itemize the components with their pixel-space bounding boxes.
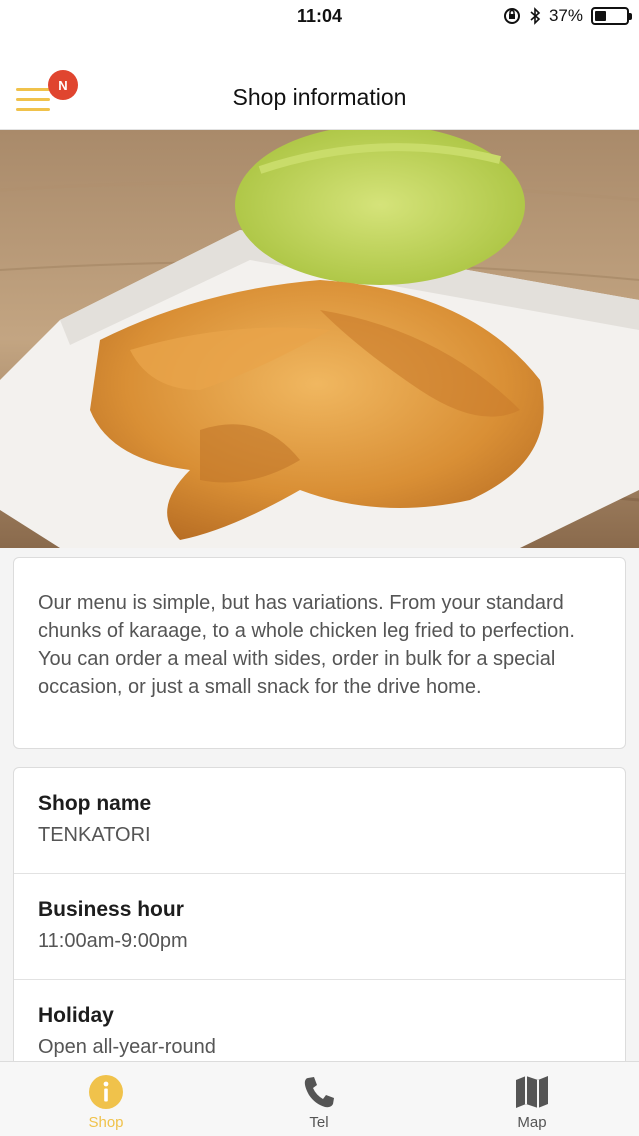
tab-tel[interactable]: Tel <box>259 1062 379 1136</box>
info-label: Business hour <box>38 898 184 921</box>
info-row-business-hour: Business hour 11:00am-9:00pm <box>14 874 625 980</box>
info-icon <box>89 1075 123 1109</box>
shop-hero-image <box>0 130 639 548</box>
info-value: Open all-year-round <box>38 1036 216 1058</box>
orientation-lock-icon <box>503 8 520 24</box>
navigation-bar: N Shop information <box>0 34 639 130</box>
tab-label: Tel <box>309 1114 329 1131</box>
phone-icon <box>304 1077 334 1108</box>
info-value: 11:00am-9:00pm <box>38 930 188 952</box>
tab-label: Map <box>517 1114 547 1131</box>
tab-bar: Shop Tel Map <box>0 1061 639 1136</box>
tab-shop[interactable]: Shop <box>46 1062 166 1136</box>
description-card: Our menu is simple, but has variations. … <box>13 557 626 749</box>
status-indicators: 37% <box>503 5 632 27</box>
status-bar: 11:04 37% <box>0 0 639 34</box>
info-label: Holiday <box>38 1004 114 1027</box>
info-row-shop-name: Shop name TENKATORI <box>14 768 625 874</box>
page-title: Shop information <box>232 84 407 110</box>
shop-description: Our menu is simple, but has variations. … <box>38 592 575 698</box>
info-label: Shop name <box>38 792 152 815</box>
bluetooth-icon <box>530 7 541 25</box>
map-icon <box>516 1076 548 1108</box>
battery-percent: 37% <box>548 6 583 25</box>
battery-icon <box>591 7 632 25</box>
fried-chicken-photo <box>0 130 639 548</box>
info-value: TENKATORI <box>38 824 151 846</box>
shop-info-card: Shop name TENKATORI Business hour 11:00a… <box>13 767 626 1067</box>
tab-label: Shop <box>88 1114 124 1131</box>
info-row-holiday: Holiday Open all-year-round <box>14 980 625 1066</box>
battery-fill <box>595 11 606 21</box>
tab-map[interactable]: Map <box>472 1062 592 1136</box>
